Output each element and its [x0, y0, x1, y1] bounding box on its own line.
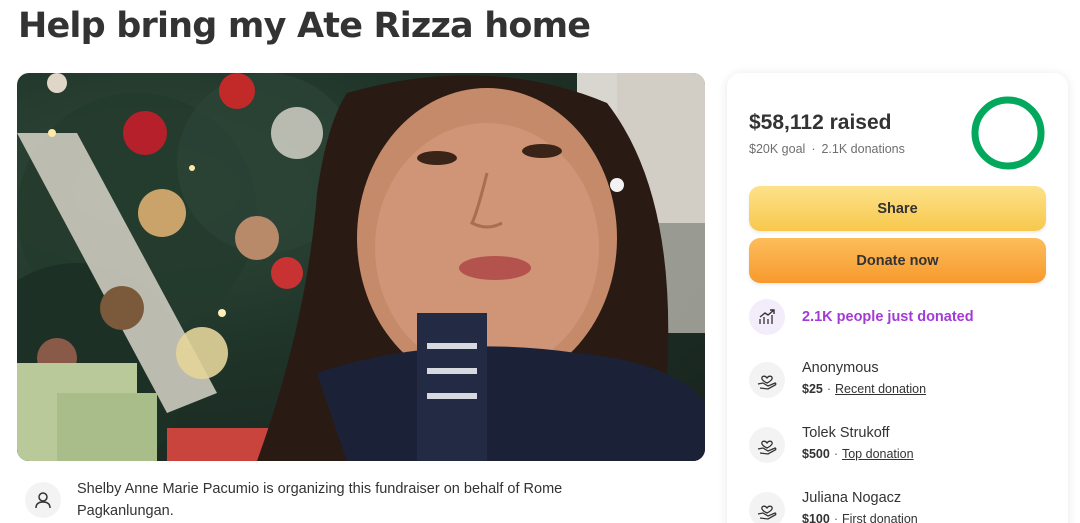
- donor-name: Tolek Strukoff: [802, 425, 890, 441]
- trending-up-icon: [749, 299, 785, 335]
- separator-dot: ·: [826, 382, 832, 396]
- donation-amount: $100: [802, 512, 830, 523]
- donations-count: 2.1K donations: [821, 142, 905, 156]
- donation-tag-link[interactable]: Top donation: [842, 447, 914, 461]
- donation-meta: $100 · First donation: [802, 512, 918, 523]
- raised-amount: $58,112 raised: [749, 111, 891, 135]
- donor-name: Juliana Nogacz: [802, 490, 902, 506]
- recent-activity: 2.1K people just donated: [749, 297, 1049, 337]
- progress-ring: [971, 96, 1045, 170]
- trend-text: 2.1K people just donated: [802, 309, 974, 325]
- organizer-text: Shelby Anne Marie Pacumio is organizing …: [77, 481, 563, 519]
- heart-hand-icon: [749, 492, 785, 523]
- fundraiser-photo: [17, 73, 705, 461]
- donation-item: Juliana Nogacz $100 · First donation: [749, 490, 1049, 523]
- donate-now-button[interactable]: Donate now: [749, 238, 1046, 283]
- donation-item: Anonymous $25 · Recent donation: [749, 360, 1049, 410]
- donor-name: Anonymous: [802, 360, 879, 376]
- donation-tag-link[interactable]: Recent donation: [835, 382, 926, 396]
- goal-text: $20K goal: [749, 142, 806, 156]
- donation-item: Tolek Strukoff $500 · Top donation: [749, 425, 1049, 475]
- heart-hand-icon: [749, 427, 785, 463]
- person-icon: [25, 482, 61, 518]
- separator-dot: ·: [811, 142, 816, 156]
- donation-meta: $500 · Top donation: [802, 447, 914, 461]
- donation-card: $58,112 raised $20K goal · 2.1K donations …: [727, 73, 1068, 523]
- separator-dot: ·: [833, 447, 838, 461]
- separator-dot: ·: [833, 512, 838, 523]
- progress-ring-fill: [971, 96, 1045, 170]
- donation-amount: $500: [802, 447, 830, 461]
- share-button[interactable]: Share: [749, 186, 1046, 231]
- raised-suffix: raised: [829, 111, 892, 134]
- organizer-row: Shelby Anne Marie Pacumio is organizing …: [25, 478, 625, 523]
- goal-line: $20K goal · 2.1K donations: [749, 142, 905, 156]
- heart-hand-icon: [749, 362, 785, 398]
- raised-value: $58,112: [749, 111, 824, 134]
- donation-tag-link[interactable]: First donation: [842, 512, 918, 523]
- donation-amount: $25: [802, 382, 823, 396]
- photo-illustration: [17, 73, 705, 461]
- donation-meta: $25 · Recent donation: [802, 382, 926, 396]
- page-title: Help bring my Ate Rizza home: [18, 6, 591, 46]
